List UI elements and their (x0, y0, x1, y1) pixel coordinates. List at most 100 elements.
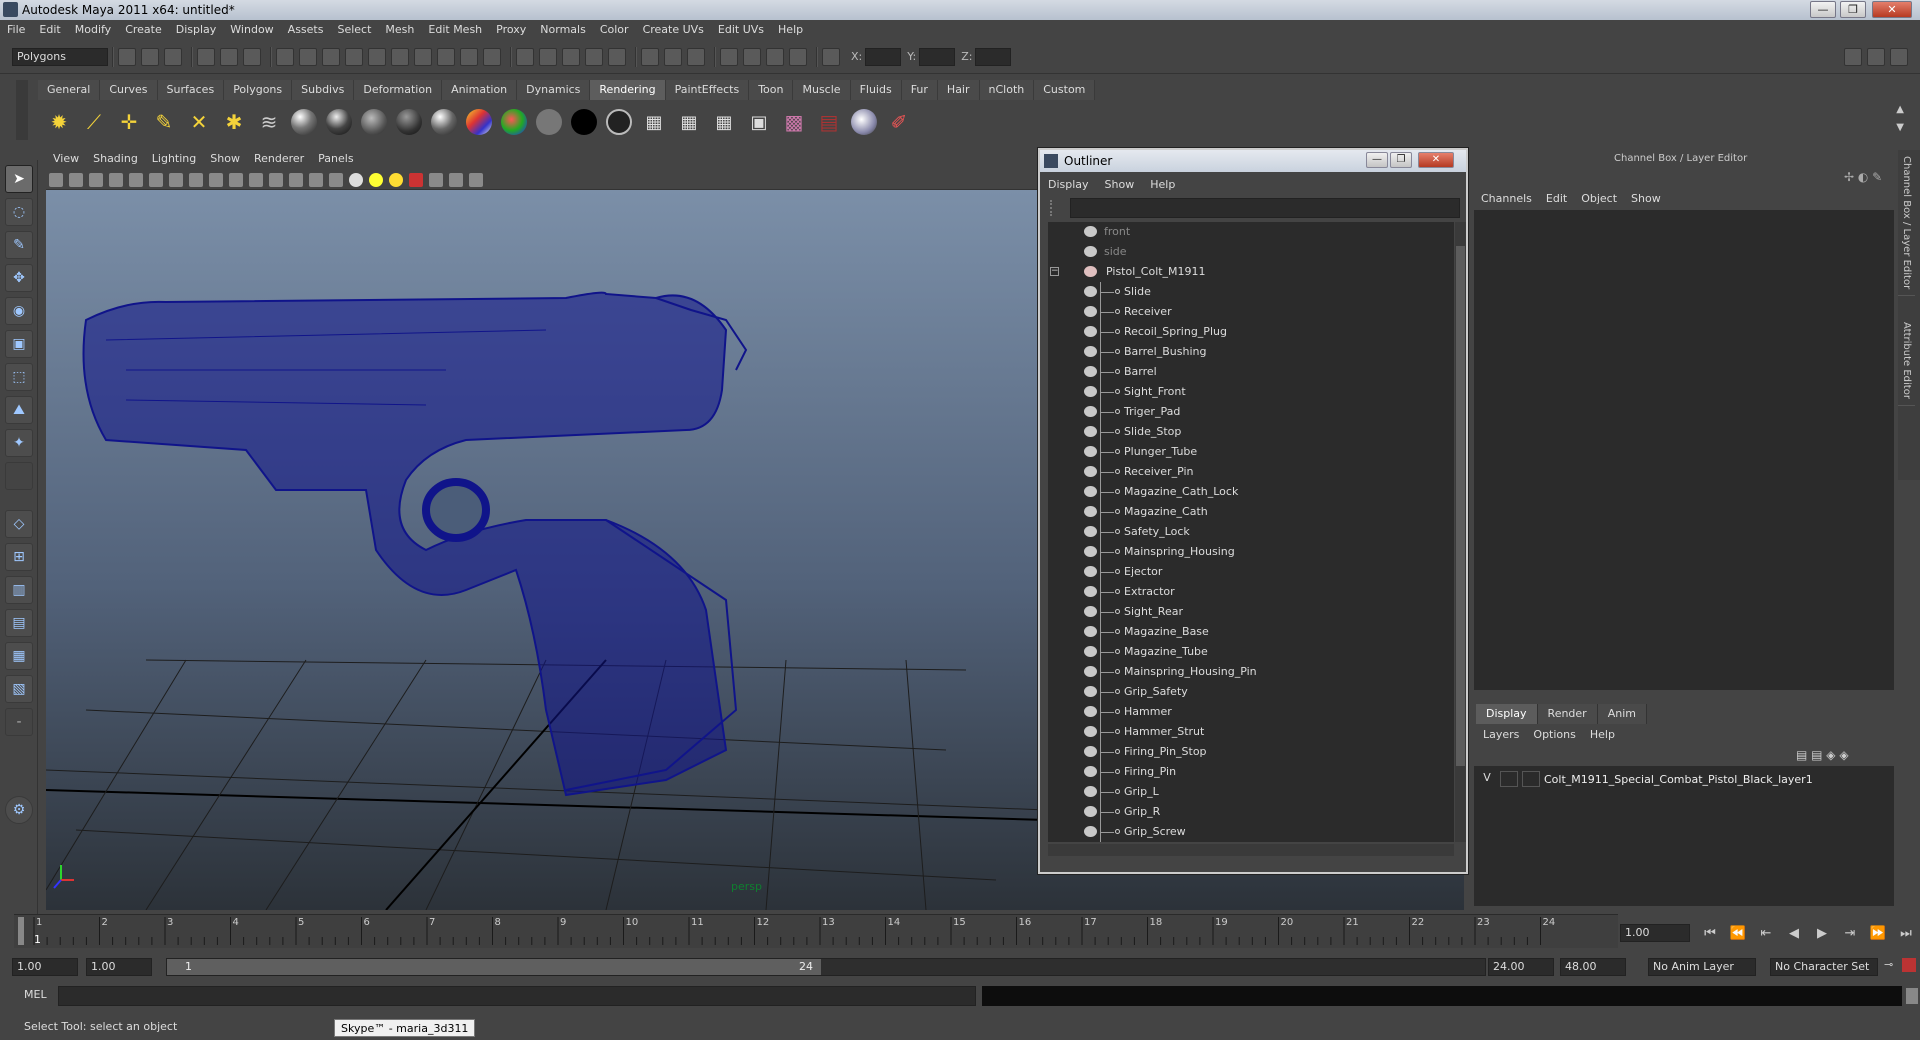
phong-icon[interactable] (324, 107, 354, 137)
lasso-tool-icon[interactable]: ◌ (5, 198, 33, 226)
key-icon[interactable]: ⊸ (1884, 958, 1893, 971)
mental-ray-icon[interactable] (849, 107, 879, 137)
menu-color[interactable]: Color (593, 20, 636, 40)
snap-to-point-icon[interactable] (562, 47, 580, 66)
viewport-menu-panels[interactable]: Panels (311, 150, 360, 168)
outliner-horizontal-scrollbar[interactable] (1048, 844, 1454, 856)
outliner-close-button[interactable]: ✕ (1418, 152, 1454, 168)
render-view-icon[interactable]: ▣ (744, 107, 774, 137)
step-forward-key-icon[interactable]: ⏩ (1864, 926, 1892, 941)
menu-edit-uvs[interactable]: Edit UVs (711, 20, 771, 40)
layer-options-menu[interactable]: Options (1526, 726, 1582, 744)
outliner-row-child[interactable]: Ejector (1048, 562, 1454, 582)
channel-box-panel[interactable] (1474, 210, 1894, 690)
area-light-icon[interactable]: ✕ (184, 107, 214, 137)
move-tool-icon[interactable]: ✥ (5, 264, 33, 292)
shelf-tab-rendering[interactable]: Rendering (590, 80, 666, 100)
minimize-button[interactable]: — (1810, 1, 1836, 18)
outliner-row-child[interactable]: Mainspring_Housing_Pin (1048, 662, 1454, 682)
command-input[interactable] (58, 986, 976, 1006)
shelf-options-handle[interactable] (16, 80, 28, 140)
ipr-render-icon[interactable] (766, 47, 784, 66)
menu-window[interactable]: Window (223, 20, 280, 40)
rotate-tool-icon[interactable]: ◉ (5, 297, 33, 325)
shelf-tab-toon[interactable]: Toon (749, 80, 794, 100)
save-scene-icon[interactable] (164, 47, 182, 66)
render-settings-icon[interactable]: ≋ (254, 107, 284, 137)
range-handle-bar[interactable]: 1 24 (167, 959, 821, 975)
outliner-row-child[interactable]: Grip_L (1048, 782, 1454, 802)
filter-handle[interactable] (1050, 200, 1064, 216)
xray-icon[interactable] (429, 172, 443, 187)
render-view-icon[interactable] (720, 47, 738, 66)
safe-title-icon[interactable] (249, 172, 263, 187)
x-field[interactable] (865, 47, 902, 66)
outliner-row-child[interactable]: Grip_R (1048, 802, 1454, 822)
menu-select[interactable]: Select (330, 20, 378, 40)
layer-tab-anim[interactable]: Anim (1597, 704, 1647, 724)
outliner-minimize-button[interactable]: — (1366, 152, 1388, 168)
shelf-tab-custom[interactable]: Custom (1034, 80, 1096, 100)
layer-display-type-toggle[interactable] (1500, 771, 1518, 787)
film-gate-icon[interactable] (149, 172, 163, 187)
layer-visibility-toggle[interactable]: V (1478, 771, 1496, 787)
persp-outliner-layout-icon[interactable]: ▥ (5, 576, 33, 604)
outliner-row-child[interactable]: Sight_Front (1048, 382, 1454, 402)
outliner-row-child[interactable]: Receiver (1048, 302, 1454, 322)
outliner-row-child[interactable]: Magazine_Cath (1048, 502, 1454, 522)
blinn-icon[interactable] (289, 107, 319, 137)
wireframe-icon[interactable] (269, 172, 283, 187)
phong-e-icon[interactable] (429, 107, 459, 137)
ambient-light-icon[interactable]: ✹ (44, 107, 74, 137)
select-handles-icon[interactable] (276, 47, 294, 66)
step-back-frame-icon[interactable]: ⇤ (1752, 926, 1780, 941)
scale-tool-icon[interactable]: ▣ (5, 330, 33, 358)
snap-to-view-plane-icon[interactable] (585, 47, 603, 66)
shelf-tab-dynamics[interactable]: Dynamics (517, 80, 591, 100)
menu-modify[interactable]: Modify (68, 20, 118, 40)
scrollbar-thumb[interactable] (1456, 246, 1465, 766)
safe-action-icon[interactable] (229, 172, 243, 187)
snap-to-curve-icon[interactable] (539, 47, 557, 66)
outliner-row-child[interactable]: Hammer_Strut (1048, 722, 1454, 742)
viewport-menu-lighting[interactable]: Lighting (145, 150, 203, 168)
volume-light-icon[interactable]: ✱ (219, 107, 249, 137)
playback-end-field[interactable]: 24.00 (1488, 958, 1554, 976)
playback-start-field[interactable]: 1.00 (86, 958, 152, 976)
camera-attributes-icon[interactable] (69, 172, 83, 187)
time-slider[interactable]: 1 2 3 4 5 6 7 8 9 10 11 12 13 14 15 16 17 18 19 20 21 22 23 24 … (14, 914, 1618, 948)
quick-help-icon[interactable]: ⚙ (5, 796, 33, 824)
outliner-row-child[interactable]: Triger_Pad (1048, 402, 1454, 422)
hud-icon[interactable] (469, 172, 483, 187)
new-scene-icon[interactable] (118, 47, 136, 66)
viewport-menu-shading[interactable]: Shading (86, 150, 145, 168)
modeling-toolkit-icon[interactable] (1844, 47, 1862, 66)
directional-light-icon[interactable]: ⟋ (79, 107, 109, 137)
layer-help-menu[interactable]: Help (1583, 726, 1622, 744)
render-region-icon[interactable]: ▦ (709, 107, 739, 137)
hypershade-persp-layout-icon[interactable]: ▦ (5, 642, 33, 670)
outliner-row-camera[interactable]: front (1048, 222, 1454, 242)
outliner-row-child[interactable]: Firing_Pin_Stop (1048, 742, 1454, 762)
menu-mesh[interactable]: Mesh (378, 20, 421, 40)
ipr-render-icon[interactable]: ▦ (674, 107, 704, 137)
channel-edit-menu[interactable]: Edit (1539, 190, 1574, 208)
snap-to-grid-icon[interactable] (516, 47, 534, 66)
shelf-tab-curves[interactable]: Curves (100, 80, 158, 100)
outliner-row-child[interactable]: Receiver_Pin (1048, 462, 1454, 482)
outliner-row-camera[interactable]: side (1048, 242, 1454, 262)
anisotropic-icon[interactable] (394, 107, 424, 137)
all-lights-icon[interactable] (369, 172, 383, 187)
surface-shader-icon[interactable] (499, 107, 529, 137)
channel-box-toggle-icon[interactable] (1890, 47, 1908, 66)
outliner-row-child[interactable]: Grip_Screw (1048, 822, 1454, 842)
play-forward-icon[interactable]: ▶ (1808, 926, 1836, 941)
channels-menu[interactable]: Channels (1474, 190, 1539, 208)
four-view-layout-icon[interactable]: ⊞ (5, 543, 33, 571)
step-forward-frame-icon[interactable]: ⇥ (1836, 926, 1864, 941)
menu-create-uvs[interactable]: Create UVs (636, 20, 711, 40)
single-perspective-layout-icon[interactable]: ◇ (5, 510, 33, 538)
lambert-icon[interactable] (359, 107, 389, 137)
more-layouts-icon[interactable]: - (5, 708, 33, 736)
select-by-component-icon[interactable] (243, 47, 261, 66)
